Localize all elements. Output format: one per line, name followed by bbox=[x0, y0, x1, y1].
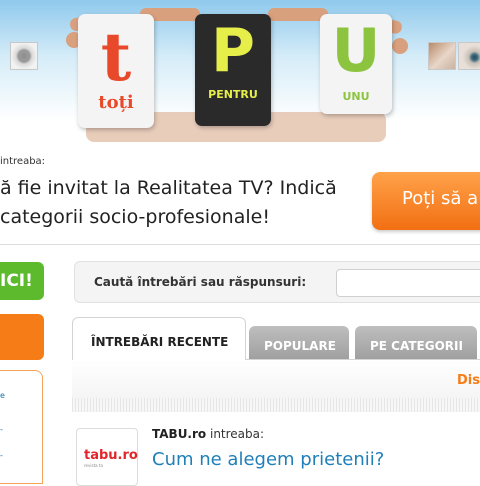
arm bbox=[268, 8, 328, 21]
tabu-logo-tagline: revista ta bbox=[84, 463, 103, 468]
ask-button[interactable]: ICI! bbox=[0, 262, 44, 300]
featured-question-line2[interactable]: categorii socio-profesionale! bbox=[0, 206, 270, 228]
orange-promo-box[interactable] bbox=[0, 314, 44, 360]
logo-letter: U bbox=[331, 16, 381, 86]
flower-thumbnail-icon[interactable] bbox=[10, 42, 38, 70]
logo-word: PENTRU bbox=[208, 88, 258, 101]
question-title-link[interactable]: Cum ne alegem prietenii? bbox=[152, 449, 384, 470]
logo-word: UNU bbox=[342, 90, 370, 103]
divider bbox=[0, 244, 480, 245]
site-header: t toți P PENTRU U UNU bbox=[0, 0, 480, 142]
tab-label: ÎNTREBĂRI RECENTE bbox=[91, 335, 229, 349]
side-link[interactable]: - bbox=[0, 451, 3, 460]
tabu-logo-text: tabu.ro bbox=[84, 448, 138, 463]
tab-by-category[interactable]: PE CATEGORII bbox=[355, 326, 477, 360]
discuss-link[interactable]: Dis bbox=[457, 373, 480, 388]
eye-thumbnail-icon[interactable] bbox=[458, 42, 480, 70]
side-link[interactable]: e bbox=[0, 391, 5, 400]
asker-name[interactable]: TABU.ro bbox=[152, 427, 206, 441]
tab-recent-questions[interactable]: ÎNTREBĂRI RECENTE bbox=[72, 317, 246, 360]
search-input[interactable] bbox=[336, 269, 480, 297]
answer-button[interactable]: Poți să a bbox=[372, 172, 480, 230]
asker-verb: intreaba: bbox=[209, 427, 265, 441]
right-hand bbox=[392, 38, 408, 54]
tab-label: POPULARE bbox=[264, 339, 336, 353]
tab-label: PE CATEGORII bbox=[370, 339, 463, 353]
search-label: Caută întrebări sau răspunsuri: bbox=[94, 275, 307, 289]
logo-letter: t bbox=[100, 18, 132, 96]
side-link[interactable]: - bbox=[0, 425, 3, 434]
question-asker: TABU.ro intreaba: bbox=[152, 427, 264, 441]
featured-asker: intreaba: bbox=[0, 156, 46, 167]
tab-popular[interactable]: POPULARE bbox=[249, 326, 349, 360]
featured-question-line1[interactable]: ă fie invitat la Realitatea TV? Indică bbox=[0, 177, 337, 199]
ask-button-label: ICI! bbox=[0, 271, 33, 291]
logo-card-unu[interactable]: U UNU bbox=[320, 14, 392, 114]
logo-card-toti[interactable]: t toți bbox=[78, 14, 154, 128]
avatar-thumbnail-icon[interactable] bbox=[428, 42, 456, 70]
logo-word: toți bbox=[98, 92, 134, 113]
logo-card-pentru[interactable]: P PENTRU bbox=[195, 14, 271, 126]
answer-button-label: Poți să a bbox=[402, 188, 479, 209]
logo-letter: P bbox=[211, 16, 255, 86]
side-panel: e - - bbox=[0, 370, 43, 484]
striped-divider bbox=[72, 398, 480, 412]
